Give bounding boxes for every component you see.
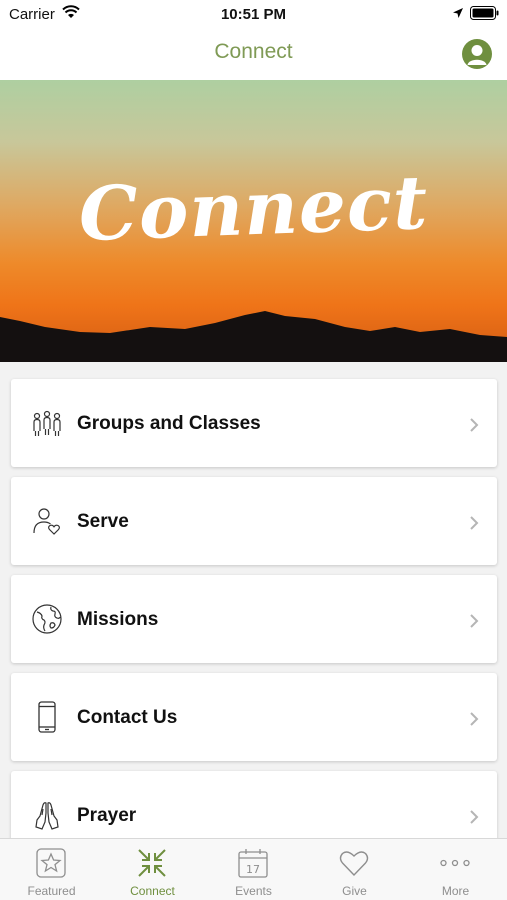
menu-item-label: Missions (77, 609, 159, 630)
tab-bar: Featured Connect 17 Events Give More (0, 838, 507, 900)
tab-label: Events (235, 884, 272, 898)
tab-give[interactable]: Give (304, 839, 405, 900)
tab-label: More (441, 884, 470, 898)
calendar-day: 17 (246, 863, 260, 876)
chevron-right-icon (470, 418, 479, 432)
chevron-right-icon (470, 810, 479, 824)
menu-item-groups-and-classes[interactable]: Groups and Classes (11, 379, 497, 467)
status-bar: Carrier 10:51 PM (0, 0, 507, 28)
people-group-icon (33, 410, 61, 436)
connect-arrows-icon (138, 849, 166, 877)
tab-label: Featured (27, 884, 76, 898)
menu-item-label: Contact Us (77, 707, 178, 728)
status-time: 10:51 PM (220, 6, 287, 23)
menu-item-serve[interactable]: Serve (11, 477, 497, 565)
calendar-icon: 17 (238, 849, 268, 878)
page-title: Connect (214, 40, 293, 63)
battery-icon (470, 6, 499, 20)
menu-item-contact-us[interactable]: Contact Us (11, 673, 497, 761)
hero-text: Connect (77, 159, 430, 259)
nav-bar: Connect (0, 28, 507, 80)
tab-featured[interactable]: Featured (1, 839, 102, 900)
menu-item-label: Prayer (77, 805, 137, 826)
location-arrow-icon (453, 8, 463, 18)
tab-label: Connect (130, 884, 175, 898)
heart-icon (339, 851, 369, 877)
menu-item-label: Serve (77, 511, 129, 532)
person-circle-icon (467, 45, 487, 65)
tab-connect[interactable]: Connect (102, 839, 203, 900)
praying-hands-icon (35, 802, 59, 830)
chevron-right-icon (470, 614, 479, 628)
tab-events[interactable]: 17 Events (203, 839, 304, 900)
chevron-right-icon (470, 712, 479, 726)
menu-item-missions[interactable]: Missions (11, 575, 497, 663)
chevron-right-icon (470, 516, 479, 530)
star-icon (36, 848, 66, 878)
menu-item-label: Groups and Classes (77, 413, 261, 434)
mountain-silhouette (0, 311, 507, 362)
person-heart-icon (33, 508, 60, 535)
tab-label: Give (342, 884, 367, 898)
hero-banner: Connect (0, 80, 507, 362)
profile-button[interactable] (462, 39, 492, 69)
tab-more[interactable]: More (405, 839, 506, 900)
more-dots-icon (440, 859, 470, 867)
globe-icon (32, 604, 62, 634)
phone-icon (38, 701, 56, 733)
